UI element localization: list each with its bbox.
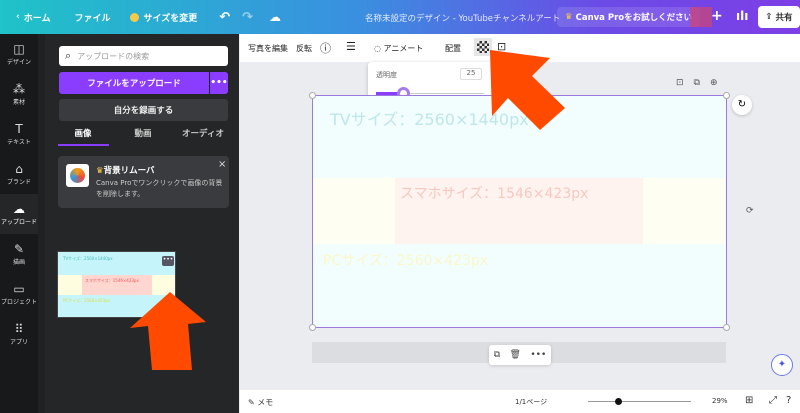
annotation-arrows — [130, 50, 565, 370]
arrow-to-thumbnail — [130, 292, 206, 370]
arrow-to-transparency — [490, 50, 565, 130]
